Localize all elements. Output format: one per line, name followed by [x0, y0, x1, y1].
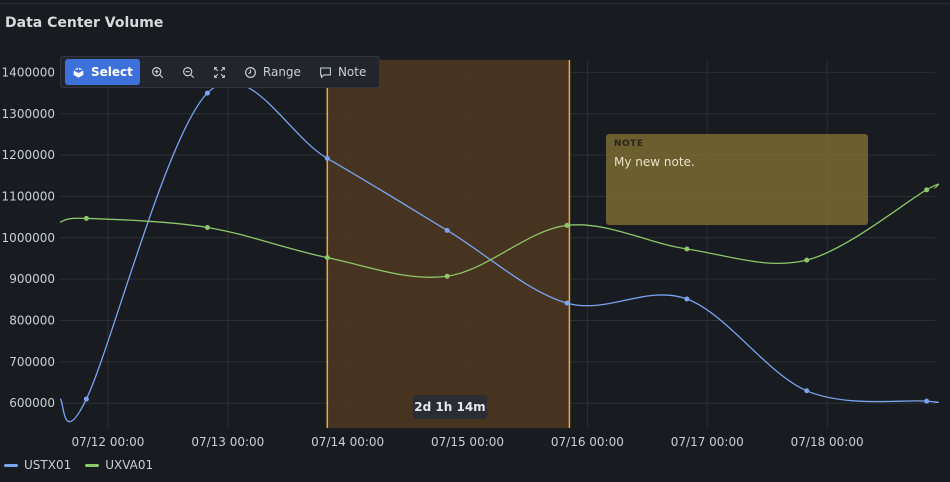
- legend-item-uxva01[interactable]: UXVA01: [85, 458, 153, 472]
- x-tick-label: 07/12 00:00: [71, 435, 144, 449]
- data-point-uxva01[interactable]: [204, 224, 210, 230]
- x-tick-label: 07/17 00:00: [671, 435, 744, 449]
- chart-toolbar: Select Range Note: [60, 56, 380, 88]
- data-point-ustx01[interactable]: [324, 155, 330, 161]
- fit-to-view-button[interactable]: [206, 59, 233, 85]
- legend-swatch: [4, 463, 18, 467]
- note-text: My new note.: [614, 155, 695, 169]
- data-point-ustx01[interactable]: [684, 296, 690, 302]
- y-tick-label: 800000: [9, 313, 55, 327]
- annotation-note[interactable]: NOTE My new note.: [606, 134, 868, 225]
- x-tick-label: 07/14 00:00: [311, 435, 384, 449]
- x-tick-label: 07/16 00:00: [551, 435, 624, 449]
- data-point-uxva01[interactable]: [324, 255, 330, 261]
- chart-panel: Data Center Volume 600000 700000 800000 900…: [0, 0, 950, 482]
- zoom-in-icon: [151, 66, 164, 78]
- y-tick-label: 1100000: [2, 189, 55, 203]
- x-tick-label: 07/13 00:00: [191, 435, 264, 449]
- data-point-uxva01[interactable]: [924, 187, 930, 193]
- y-tick-label: 600000: [9, 396, 55, 410]
- y-tick-label: 900000: [9, 272, 55, 286]
- zoom-out-button[interactable]: [175, 59, 202, 85]
- y-tick-label: 1400000: [2, 65, 55, 79]
- y-tick-label: 700000: [9, 355, 55, 369]
- expand-icon: [213, 66, 225, 78]
- comment-icon: [320, 67, 331, 79]
- y-axis-ticks: 600000 700000 800000 900000 1000000 1100000 12…: [2, 65, 55, 410]
- data-point-ustx01[interactable]: [204, 90, 210, 96]
- legend-item-ustx01[interactable]: USTX01: [4, 458, 71, 472]
- clock-icon: [244, 66, 256, 78]
- chart-legend: USTX01 UXVA01: [4, 458, 153, 472]
- y-tick-label: 1000000: [2, 231, 55, 245]
- data-point-ustx01[interactable]: [924, 398, 930, 404]
- x-tick-label: 07/18 00:00: [791, 435, 864, 449]
- legend-label: UXVA01: [105, 458, 154, 472]
- data-point-uxva01[interactable]: [444, 273, 450, 279]
- y-tick-label: 1200000: [2, 148, 55, 162]
- select-tool-label: Select: [91, 65, 133, 79]
- zoom-out-icon: [182, 66, 195, 78]
- data-point-ustx01[interactable]: [444, 227, 450, 233]
- cube-icon: [72, 65, 85, 79]
- legend-label: USTX01: [24, 458, 72, 472]
- note-button-label: Note: [337, 65, 367, 79]
- data-point-ustx01[interactable]: [83, 396, 89, 402]
- legend-swatch: [85, 463, 100, 467]
- select-tool-button[interactable]: Select: [65, 59, 140, 85]
- data-point-uxva01[interactable]: [804, 257, 810, 263]
- note-heading: NOTE: [614, 139, 644, 149]
- data-point-ustx01[interactable]: [804, 388, 810, 394]
- y-tick-label: 1300000: [2, 107, 55, 121]
- x-axis-ticks: 07/12 00:00 07/13 00:00 07/14 00:00 07/15 0…: [71, 435, 863, 449]
- selection-region[interactable]: [327, 60, 570, 428]
- note-button[interactable]: Note: [312, 59, 373, 85]
- x-tick-label: 07/15 00:00: [431, 435, 504, 449]
- range-button[interactable]: Range: [237, 59, 308, 85]
- data-point-uxva01[interactable]: [83, 215, 89, 221]
- selection-duration-badge: 2d 1h 14m: [413, 395, 487, 419]
- data-point-uxva01[interactable]: [684, 246, 690, 252]
- data-point-uxva01[interactable]: [564, 222, 570, 228]
- range-button-label: Range: [262, 65, 301, 79]
- zoom-in-button[interactable]: [144, 59, 171, 85]
- data-point-ustx01[interactable]: [564, 300, 570, 306]
